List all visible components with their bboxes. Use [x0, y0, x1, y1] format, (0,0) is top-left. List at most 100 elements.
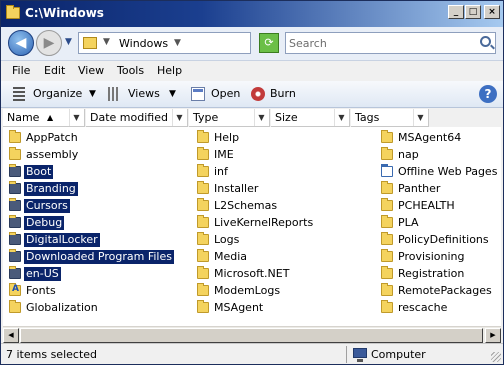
list-item[interactable]: AppPatch — [3, 129, 188, 146]
item-label: Panther — [398, 182, 441, 195]
list-item[interactable]: Installer — [191, 180, 371, 197]
title-bar[interactable]: C:\Windows _ □ × — [1, 1, 503, 27]
column-type[interactable]: Type ▼ — [189, 109, 270, 127]
list-item[interactable]: en-US — [3, 265, 188, 282]
list-item[interactable]: Globalization — [3, 299, 188, 316]
menu-help[interactable]: Help — [157, 64, 182, 77]
list-item[interactable]: Media — [191, 248, 371, 265]
item-label: PCHEALTH — [398, 199, 455, 212]
minimize-button[interactable]: _ — [448, 5, 464, 19]
horizontal-scrollbar[interactable]: ◀ ▶ — [3, 326, 501, 343]
search-box[interactable] — [285, 32, 496, 54]
folder-icon — [381, 266, 393, 279]
close-button[interactable]: × — [484, 5, 500, 19]
list-item[interactable]: ModemLogs — [191, 282, 371, 299]
breadcrumb-windows[interactable]: Windows — [119, 37, 168, 50]
breadcrumb-chevron-icon[interactable]: ▼ — [174, 38, 181, 48]
column-filter-icon[interactable]: ▼ — [413, 109, 427, 126]
list-item[interactable]: Debug — [3, 214, 188, 231]
list-item[interactable]: PolicyDefinitions — [375, 231, 501, 248]
breadcrumb-separator-icon[interactable]: ▼ — [103, 37, 110, 47]
views-chevron-icon[interactable]: ▼ — [169, 89, 176, 99]
forward-button[interactable]: ▶ — [36, 30, 62, 56]
list-item[interactable]: inf — [191, 163, 371, 180]
menu-tools[interactable]: Tools — [117, 64, 144, 77]
item-label: MSAgent64 — [398, 131, 462, 144]
list-item[interactable]: LiveKernelReports — [191, 214, 371, 231]
scrollbar-thumb[interactable] — [20, 328, 483, 343]
sort-up-icon: ▲ — [47, 113, 54, 122]
menu-file[interactable]: File — [12, 64, 30, 77]
list-item[interactable]: Help — [191, 129, 371, 146]
list-item[interactable]: RemotePackages — [375, 282, 501, 299]
menu-view[interactable]: View — [78, 64, 104, 77]
list-item[interactable]: assembly — [3, 146, 188, 163]
list-item[interactable]: Offline Web Pages — [375, 163, 501, 180]
column-size[interactable]: Size ▼ — [271, 109, 350, 127]
help-icon[interactable]: ? — [479, 85, 497, 103]
item-label: Microsoft.NET — [214, 267, 290, 280]
list-item[interactable]: L2Schemas — [191, 197, 371, 214]
maximize-button[interactable]: □ — [465, 5, 481, 19]
list-item[interactable]: Cursors — [3, 197, 188, 214]
resize-grip-icon[interactable] — [491, 352, 501, 362]
list-item[interactable]: Provisioning — [375, 248, 501, 265]
folder-icon — [197, 266, 209, 279]
folder-icon — [381, 283, 393, 296]
column-filter-icon[interactable]: ▼ — [254, 109, 268, 126]
column-name[interactable]: Name ▲ ▼ — [3, 109, 85, 127]
menu-edit[interactable]: Edit — [44, 64, 65, 77]
folder-icon — [9, 130, 21, 143]
item-label: Cursors — [24, 199, 70, 213]
list-item[interactable]: Registration — [375, 265, 501, 282]
column-tags[interactable]: Tags ▼ — [351, 109, 429, 127]
column-filter-icon[interactable]: ▼ — [172, 109, 186, 126]
column-filter-icon[interactable]: ▼ — [69, 109, 83, 126]
list-item[interactable]: nap — [375, 146, 501, 163]
organize-chevron-icon[interactable]: ▼ — [89, 89, 96, 99]
scroll-right-icon[interactable]: ▶ — [485, 328, 501, 343]
column-filter-icon[interactable]: ▼ — [334, 109, 348, 126]
item-label: Provisioning — [398, 250, 465, 263]
list-item[interactable]: MSAgent64 — [375, 129, 501, 146]
list-item[interactable]: Panther — [375, 180, 501, 197]
status-bar: 7 items selected Computer — [1, 343, 503, 364]
address-bar[interactable]: ▼ Windows ▼ ▼ — [78, 32, 325, 54]
item-label: LiveKernelReports — [214, 216, 314, 229]
recent-pages-dropdown[interactable]: ▼ — [65, 37, 72, 47]
file-column: MSAgent64 nap Offline Web Pages Panther … — [375, 129, 501, 316]
list-item[interactable]: PLA — [375, 214, 501, 231]
search-icon[interactable] — [480, 36, 491, 47]
list-item[interactable]: Downloaded Program Files — [3, 248, 188, 265]
views-button[interactable]: Views — [128, 87, 160, 100]
list-item[interactable]: Logs — [191, 231, 371, 248]
search-input[interactable] — [289, 36, 459, 50]
list-item[interactable]: DigitalLocker — [3, 231, 188, 248]
organize-button[interactable]: Organize — [33, 87, 82, 100]
item-label: en-US — [24, 267, 61, 281]
folder-icon — [197, 283, 209, 296]
column-date-modified[interactable]: Date modified ▼ — [86, 109, 188, 127]
refresh-button[interactable]: ⟳ — [259, 33, 279, 53]
folder-icon — [381, 198, 393, 211]
list-item[interactable]: MSAgent — [191, 299, 371, 316]
item-label: Help — [214, 131, 240, 144]
item-label: Logs — [214, 233, 240, 246]
scroll-left-icon[interactable]: ◀ — [3, 328, 19, 343]
offline-pages-icon — [381, 164, 393, 177]
burn-icon — [251, 87, 265, 101]
list-item[interactable]: Boot — [3, 163, 188, 180]
list-item[interactable]: Fonts — [3, 282, 188, 299]
list-item[interactable]: rescache — [375, 299, 501, 316]
folder-icon — [9, 181, 21, 194]
burn-button[interactable]: Burn — [270, 87, 296, 100]
list-item[interactable]: IME — [191, 146, 371, 163]
list-item[interactable]: PCHEALTH — [375, 197, 501, 214]
open-button[interactable]: Open — [211, 87, 240, 100]
list-item[interactable]: Microsoft.NET — [191, 265, 371, 282]
list-item[interactable]: Branding — [3, 180, 188, 197]
folder-icon — [9, 232, 21, 245]
item-label: Registration — [398, 267, 465, 280]
location-status: Computer — [371, 348, 426, 361]
back-button[interactable]: ◀ — [8, 30, 34, 56]
